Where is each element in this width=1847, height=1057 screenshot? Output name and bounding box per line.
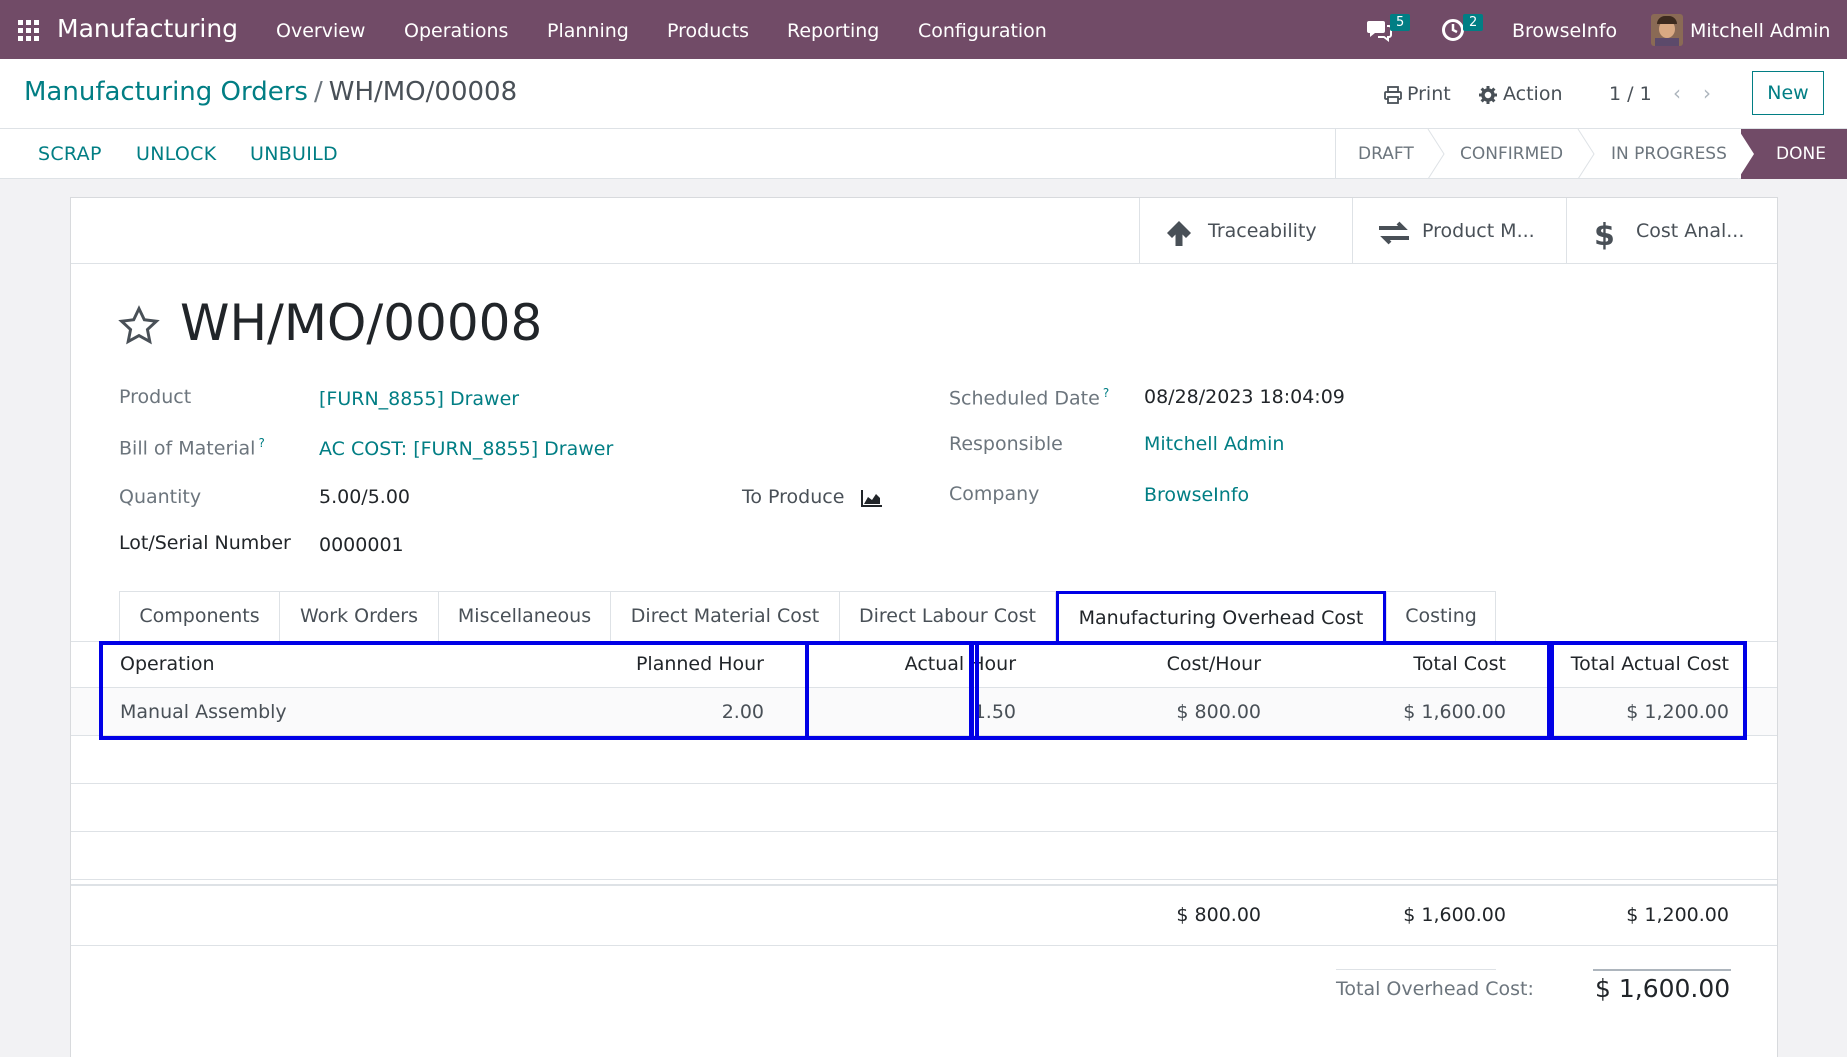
highlight-box [805,641,973,740]
cost-analysis-label: Cost Anal... [1636,220,1745,242]
responsible-value[interactable]: Mitchell Admin [1144,433,1284,455]
print-icon[interactable] [1384,86,1402,108]
unbuild-button[interactable]: UNBUILD [250,143,338,165]
app-grid-icon[interactable] [18,20,40,42]
app-name[interactable]: Manufacturing [57,14,238,43]
table-footer: $ 800.00 $ 1,600.00 $ 1,200.00 [71,884,1777,946]
tab-manufacturing-overhead-cost[interactable]: Manufacturing Overhead Cost [1056,591,1386,641]
menu-operations[interactable]: Operations [404,20,508,42]
tab-work-orders[interactable]: Work Orders [279,591,439,641]
record-title: WH/MO/00008 [180,294,543,352]
total-divider [1593,969,1731,971]
company-switcher[interactable]: BrowseInfo [1512,20,1617,42]
cost-analysis-button[interactable]: $ Cost Anal... [1566,198,1778,264]
company-label: Company [949,483,1040,505]
stage-draft[interactable]: DRAFT [1336,129,1414,179]
traceability-label: Traceability [1208,220,1317,242]
print-button[interactable]: Print [1407,83,1451,105]
lot-label: Lot/Serial Number [119,532,291,554]
tab-components[interactable]: Components [119,591,280,641]
scheduled-date-value: 08/28/2023 18:04:09 [1144,386,1345,408]
footer-cost-hour: $ 800.00 [1176,904,1261,926]
product-label: Product [119,386,192,408]
activity-clock-icon[interactable] [1441,18,1465,42]
exchange-icon [1379,221,1409,245]
company-value[interactable]: BrowseInfo [1144,484,1249,506]
arrow-up-icon [1167,221,1191,246]
menu-overview[interactable]: Overview [276,20,365,42]
breadcrumb: Manufacturing Orders / WH/MO/00008 [24,77,517,107]
dollar-icon: $ [1594,218,1613,250]
top-navbar: Manufacturing Overview Operations Planni… [0,0,1847,59]
empty-row [71,784,1777,832]
scrap-button[interactable]: SCRAP [38,143,102,165]
responsible-label: Responsible [949,433,1063,455]
stage-in-progress[interactable]: IN PROGRESS [1589,129,1727,179]
product-value[interactable]: [FURN_8855] Drawer [319,388,519,410]
menu-reporting[interactable]: Reporting [787,20,879,42]
breadcrumb-current: WH/MO/00008 [328,77,518,107]
tab-miscellaneous[interactable]: Miscellaneous [438,591,611,641]
favorite-star-icon[interactable] [117,304,161,348]
stage-confirmed[interactable]: CONFIRMED [1438,129,1563,179]
user-avatar[interactable] [1651,14,1683,46]
highlight-box [970,641,1551,740]
scheduled-date-label: Scheduled Date? [949,386,1109,409]
footer-total-actual-cost: $ 1,200.00 [1626,904,1729,926]
svg-text:$: $ [1594,218,1613,250]
action-button[interactable]: Action [1503,83,1563,105]
pager-value[interactable]: 1 / 1 [1609,83,1652,105]
tab-direct-labour-cost[interactable]: Direct Labour Cost [839,591,1056,641]
statusbar: SCRAP UNLOCK UNBUILD DRAFT CONFIRMED IN … [0,129,1847,179]
help-mark[interactable]: ? [258,436,264,450]
empty-row [71,736,1777,784]
pager-next-icon[interactable]: › [1703,81,1711,105]
stage-chevron [1738,129,1754,179]
product-moves-label: Product M... [1422,220,1535,242]
control-panel: Manufacturing Orders / WH/MO/00008 Print A… [0,59,1847,129]
area-chart-icon[interactable] [861,489,883,507]
form-sheet: Traceability Product M... $ Cost Anal...… [70,197,1778,1057]
gear-icon[interactable] [1479,86,1497,108]
bom-label: Bill of Material? [119,436,265,459]
tab-costing[interactable]: Costing [1386,591,1496,641]
quantity-value: 5.00/5.00 [319,486,411,508]
breadcrumb-separator: / [313,77,323,107]
new-button[interactable]: New [1752,71,1824,115]
total-divider [1336,969,1496,970]
to-produce-label: To Produce [742,486,845,508]
highlight-box [1550,641,1747,740]
tab-direct-material-cost[interactable]: Direct Material Cost [610,591,840,641]
pager-previous-icon[interactable]: ‹ [1673,81,1681,105]
menu-configuration[interactable]: Configuration [918,20,1047,42]
traceability-button[interactable]: Traceability [1139,198,1352,264]
bom-value[interactable]: AC COST: [FURN_8855] Drawer [319,438,613,460]
quantity-label: Quantity [119,486,202,508]
lot-value: 0000001 [319,534,404,556]
total-overhead-value: $ 1,600.00 [1595,974,1731,1003]
menu-products[interactable]: Products [667,20,749,42]
product-moves-button[interactable]: Product M... [1352,198,1566,264]
messages-icon[interactable] [1366,18,1392,42]
scheduled-date-label-text: Scheduled Date [949,387,1100,410]
total-overhead-label: Total Overhead Cost: [1336,978,1534,1000]
unlock-button[interactable]: UNLOCK [136,143,217,165]
help-mark[interactable]: ? [1103,386,1109,400]
empty-row [71,832,1777,880]
breadcrumb-parent[interactable]: Manufacturing Orders [24,77,308,107]
activities-badge: 2 [1463,14,1484,31]
bom-label-text: Bill of Material [119,437,256,460]
user-menu[interactable]: Mitchell Admin [1690,20,1830,42]
messages-badge: 5 [1390,14,1411,31]
menu-planning[interactable]: Planning [547,20,629,42]
smart-button-box: Traceability Product M... $ Cost Anal... [71,198,1777,264]
footer-total-cost: $ 1,600.00 [1403,904,1506,926]
